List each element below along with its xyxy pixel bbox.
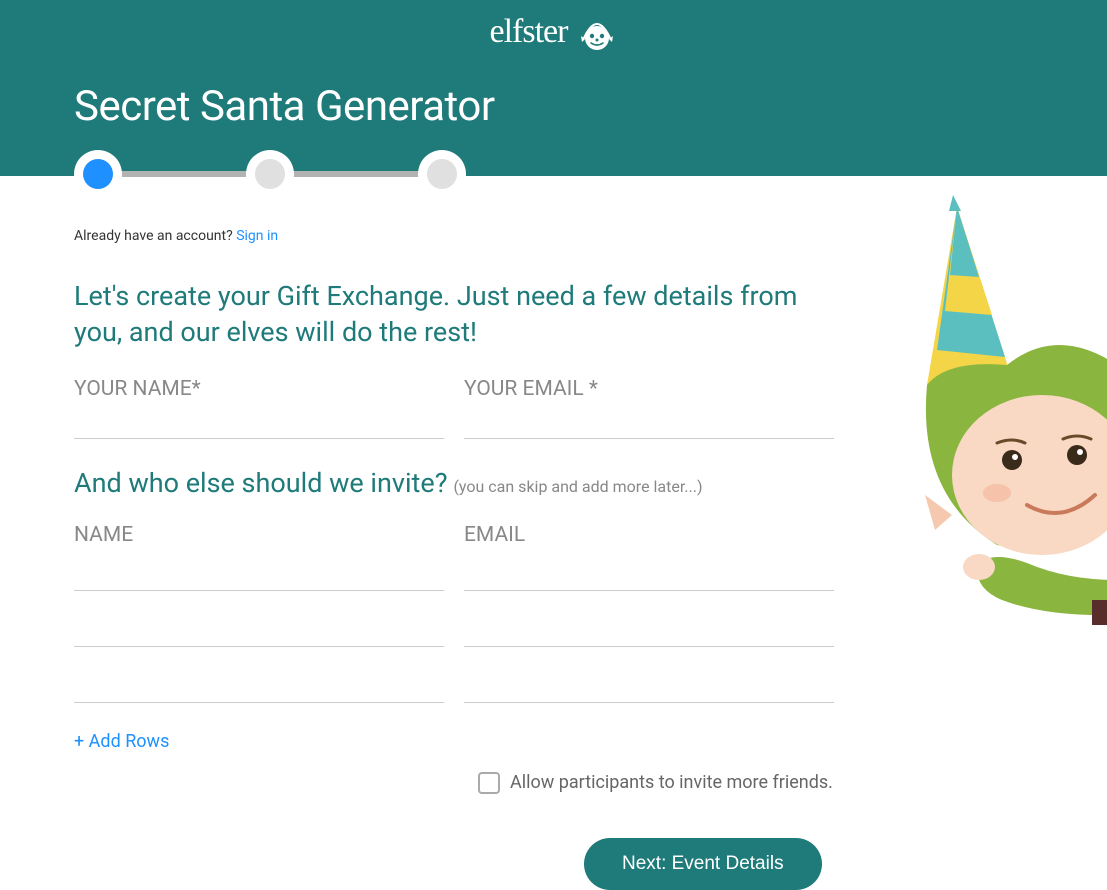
invite-email-column: EMAIL xyxy=(464,523,834,721)
elf-mascot-icon xyxy=(897,185,1107,625)
allow-invite-label: Allow participants to invite more friend… xyxy=(510,772,833,793)
invite-hint: (you can skip and add more later...) xyxy=(453,477,702,496)
invite-email-label: EMAIL xyxy=(464,523,834,547)
elf-logo-icon xyxy=(577,12,617,52)
invite-email-input[interactable] xyxy=(464,665,834,703)
invite-name-input[interactable] xyxy=(74,609,444,647)
header: elfster Secret Santa Generator xyxy=(0,0,1107,176)
your-name-field: YOUR NAME* xyxy=(74,377,444,439)
your-name-input[interactable] xyxy=(74,405,444,439)
invite-name-label: NAME xyxy=(74,523,444,547)
your-name-label: YOUR NAME* xyxy=(74,377,444,401)
your-email-label: YOUR EMAIL * xyxy=(464,377,834,401)
step-2 xyxy=(246,150,294,198)
step-connector xyxy=(120,171,248,177)
signin-prompt: Already have an account? Sign in xyxy=(74,228,836,244)
invite-name-input[interactable] xyxy=(74,665,444,703)
invite-email-input[interactable] xyxy=(464,609,834,647)
step-3 xyxy=(418,150,466,198)
signin-link[interactable]: Sign in xyxy=(236,228,278,244)
step-1 xyxy=(74,150,122,198)
next-button[interactable]: Next: Event Details xyxy=(584,838,822,890)
allow-invite-checkbox[interactable] xyxy=(478,772,500,794)
brand-name: elfster xyxy=(490,13,568,51)
invite-heading: And who else should we invite? xyxy=(74,467,447,499)
signin-prompt-text: Already have an account? xyxy=(74,228,233,244)
invite-name-column: NAME xyxy=(74,523,444,721)
intro-heading: Let's create your Gift Exchange. Just ne… xyxy=(74,278,836,351)
invite-heading-row: And who else should we invite? (you can … xyxy=(74,467,836,499)
invite-grid: NAME EMAIL xyxy=(74,523,836,721)
logo-area: elfster xyxy=(74,0,1033,52)
your-email-field: YOUR EMAIL * xyxy=(464,377,834,439)
step-2-indicator xyxy=(255,159,285,189)
step-connector xyxy=(292,171,420,177)
invite-name-input[interactable] xyxy=(74,553,444,591)
step-1-indicator xyxy=(83,159,113,189)
allow-invite-row: Allow participants to invite more friend… xyxy=(478,772,836,794)
page-title: Secret Santa Generator xyxy=(74,52,1033,131)
step-3-indicator xyxy=(427,159,457,189)
add-rows-button[interactable]: + Add Rows xyxy=(74,731,836,752)
main-content: Already have an account? Sign in Let's c… xyxy=(0,150,910,890)
your-info-row: YOUR NAME* YOUR EMAIL * xyxy=(74,377,836,439)
your-email-input[interactable] xyxy=(464,405,834,439)
invite-email-input[interactable] xyxy=(464,553,834,591)
